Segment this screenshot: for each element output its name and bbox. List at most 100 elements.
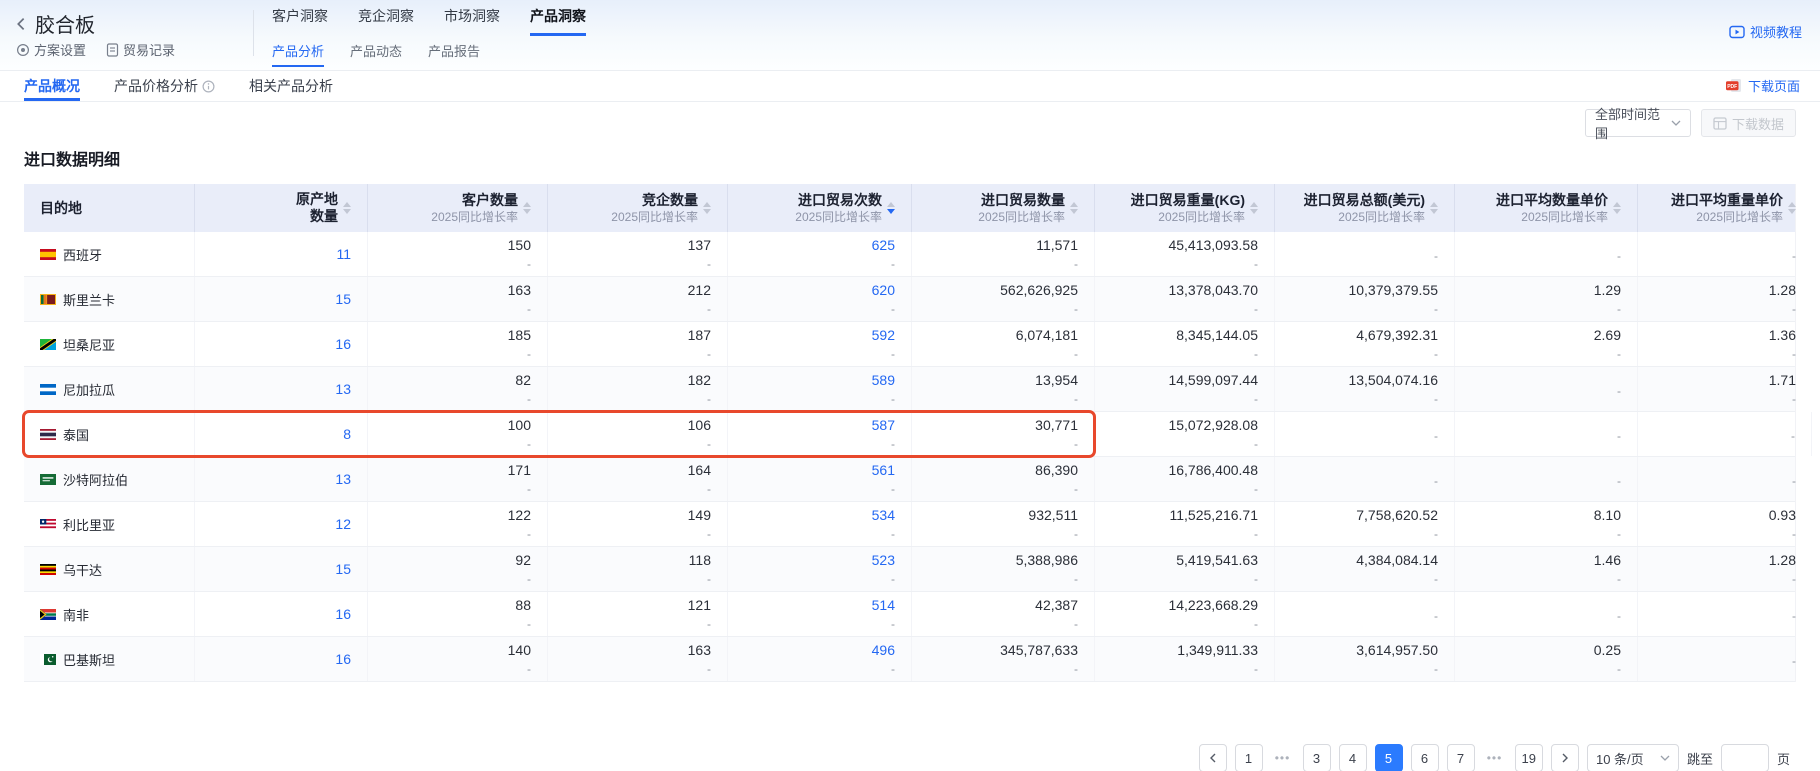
growth-rate-value: - xyxy=(1434,392,1438,406)
page-button-3[interactable]: 3 xyxy=(1303,744,1331,771)
growth-rate-value: - xyxy=(707,482,711,496)
sort-carets-icon[interactable] xyxy=(1430,202,1438,214)
secondary-tab-产品概况[interactable]: 产品概况 xyxy=(24,71,80,101)
main-tab-产品洞察[interactable]: 产品洞察 xyxy=(530,6,586,36)
price_qty-value: 2.69 xyxy=(1594,327,1621,344)
competitors-cell: 164- xyxy=(548,457,728,501)
trades-cell: 523- xyxy=(728,547,912,591)
trades-value[interactable]: 534 xyxy=(872,507,895,524)
country-cell: 泰国 xyxy=(24,412,195,456)
trades-value[interactable]: 592 xyxy=(872,327,895,344)
header-action-贸易记录[interactable]: 贸易记录 xyxy=(106,40,175,59)
sub-tab-产品动态[interactable]: 产品动态 xyxy=(350,41,402,67)
jump-to-page-input[interactable] xyxy=(1721,744,1769,771)
amount-cell: 4,384,084.14- xyxy=(1275,547,1455,591)
trades-value[interactable]: 625 xyxy=(872,237,895,254)
origin-count-link[interactable]: 13 xyxy=(335,381,351,398)
trades-value[interactable]: 561 xyxy=(872,462,895,479)
page-size-select[interactable]: 10 条/页 xyxy=(1587,744,1679,771)
country-cell: 沙特阿拉伯 xyxy=(24,457,195,501)
page-button-19[interactable]: 19 xyxy=(1515,744,1543,771)
competitors-value: 149 xyxy=(688,507,711,524)
column-header-进口平均重量单价[interactable]: 进口平均重量单价2025同比增长率 xyxy=(1638,184,1812,232)
sub-tab-产品分析[interactable]: 产品分析 xyxy=(272,41,324,67)
growth-rate-value: - xyxy=(707,392,711,406)
prev-page-button[interactable] xyxy=(1199,744,1227,771)
growth-rate-value: - xyxy=(1434,302,1438,316)
sort-carets-icon[interactable] xyxy=(523,202,531,214)
sort-desc-icon xyxy=(1613,209,1621,214)
growth-rate-value: - xyxy=(1254,527,1258,541)
trades-value[interactable]: 620 xyxy=(872,282,895,299)
time-range-select[interactable]: 全部时间范围 xyxy=(1585,109,1691,137)
origin-count-link[interactable]: 15 xyxy=(335,561,351,578)
customers-value: 82 xyxy=(515,372,531,389)
column-header-text: 进口贸易数量2025同比增长率 xyxy=(978,192,1065,225)
main-tab-竞企洞察[interactable]: 竞企洞察 xyxy=(358,6,414,36)
column-growth-subtitle: 2025同比增长率 xyxy=(795,210,882,225)
main-tab-市场洞察[interactable]: 市场洞察 xyxy=(444,6,500,36)
page-button-4[interactable]: 4 xyxy=(1339,744,1367,771)
origin-count-link[interactable]: 11 xyxy=(336,246,351,263)
trades-value[interactable]: 587 xyxy=(872,417,895,434)
page-button-6[interactable]: 6 xyxy=(1411,744,1439,771)
column-header-竞企数量[interactable]: 竞企数量2025同比增长率 xyxy=(548,184,728,232)
price_qty-cell: 1.29- xyxy=(1455,277,1638,321)
sort-carets-icon[interactable] xyxy=(1070,202,1078,214)
origin-count-link[interactable]: 16 xyxy=(335,336,351,353)
origin-count-link[interactable]: 13 xyxy=(335,471,351,488)
column-header-进口贸易总额(美元)[interactable]: 进口贸易总额(美元)2025同比增长率 xyxy=(1275,184,1455,232)
next-page-button[interactable] xyxy=(1551,744,1579,771)
column-header-进口贸易次数[interactable]: 进口贸易次数2025同比增长率 xyxy=(728,184,912,232)
qty-value: 13,954 xyxy=(1035,372,1078,389)
sort-carets-icon[interactable] xyxy=(1788,202,1796,214)
competitors-cell: 137- xyxy=(548,232,728,276)
sort-carets-icon[interactable] xyxy=(887,202,895,214)
customers-cell: 163- xyxy=(368,277,548,321)
price_qty-cell: - xyxy=(1455,412,1638,456)
sort-asc-icon xyxy=(1250,202,1258,207)
download-page-link[interactable]: PDF 下载页面 xyxy=(1725,76,1800,95)
origin-count-link[interactable]: 15 xyxy=(335,291,351,308)
column-title-line: 数量 xyxy=(296,208,338,225)
column-header-进口贸易重量(KG)[interactable]: 进口贸易重量(KG)2025同比增长率 xyxy=(1095,184,1275,232)
trades-value[interactable]: 523 xyxy=(872,552,895,569)
sort-carets-icon[interactable] xyxy=(1613,202,1621,214)
sub-tab-产品报告[interactable]: 产品报告 xyxy=(428,41,480,67)
growth-rate-value: - xyxy=(1792,392,1796,406)
secondary-tab-产品价格分析[interactable]: 产品价格分析 xyxy=(114,71,215,101)
download-page-label: 下载页面 xyxy=(1748,76,1800,95)
origin-count-link[interactable]: 8 xyxy=(343,426,351,443)
download-data-button[interactable]: 下载数据 xyxy=(1701,109,1796,137)
growth-rate-value: - xyxy=(1434,347,1438,361)
sort-carets-icon[interactable] xyxy=(703,202,711,214)
price_weight-value: 1.28 xyxy=(1769,552,1796,569)
trades-value[interactable]: 514 xyxy=(872,597,895,614)
country-cell: 南非 xyxy=(24,592,195,636)
back-chevron-icon[interactable] xyxy=(14,16,29,32)
header-action-方案设置[interactable]: 方案设置 xyxy=(16,40,86,59)
amount-cell: 13,504,074.16- xyxy=(1275,367,1455,411)
trades-value[interactable]: 496 xyxy=(872,642,895,659)
time-range-value: 全部时间范围 xyxy=(1595,104,1671,142)
column-header-进口贸易数量[interactable]: 进口贸易数量2025同比增长率 xyxy=(912,184,1095,232)
origin-count-link[interactable]: 16 xyxy=(335,606,351,623)
trades-cell: 534- xyxy=(728,502,912,546)
page-button-7[interactable]: 7 xyxy=(1447,744,1475,771)
origin-cell: 15 xyxy=(195,277,368,321)
trades-value[interactable]: 589 xyxy=(872,372,895,389)
video-tutorial-link[interactable]: 视频教程 xyxy=(1729,22,1802,41)
column-header-客户数量[interactable]: 客户数量2025同比增长率 xyxy=(368,184,548,232)
sort-carets-icon[interactable] xyxy=(1250,202,1258,214)
sort-carets-icon[interactable] xyxy=(343,202,351,214)
column-header-进口平均数量单价[interactable]: 进口平均数量单价2025同比增长率 xyxy=(1455,184,1638,232)
origin-count-link[interactable]: 12 xyxy=(335,516,351,533)
main-tab-客户洞察[interactable]: 客户洞察 xyxy=(272,6,328,36)
competitors-value: 137 xyxy=(688,237,711,254)
page-button-5[interactable]: 5 xyxy=(1375,744,1403,771)
price_weight-value: 1.71 xyxy=(1769,372,1796,389)
page-button-1[interactable]: 1 xyxy=(1235,744,1263,771)
column-header-原产地数量[interactable]: 原产地数量 xyxy=(195,184,368,232)
origin-count-link[interactable]: 16 xyxy=(335,651,351,668)
secondary-tab-相关产品分析[interactable]: 相关产品分析 xyxy=(249,71,333,101)
